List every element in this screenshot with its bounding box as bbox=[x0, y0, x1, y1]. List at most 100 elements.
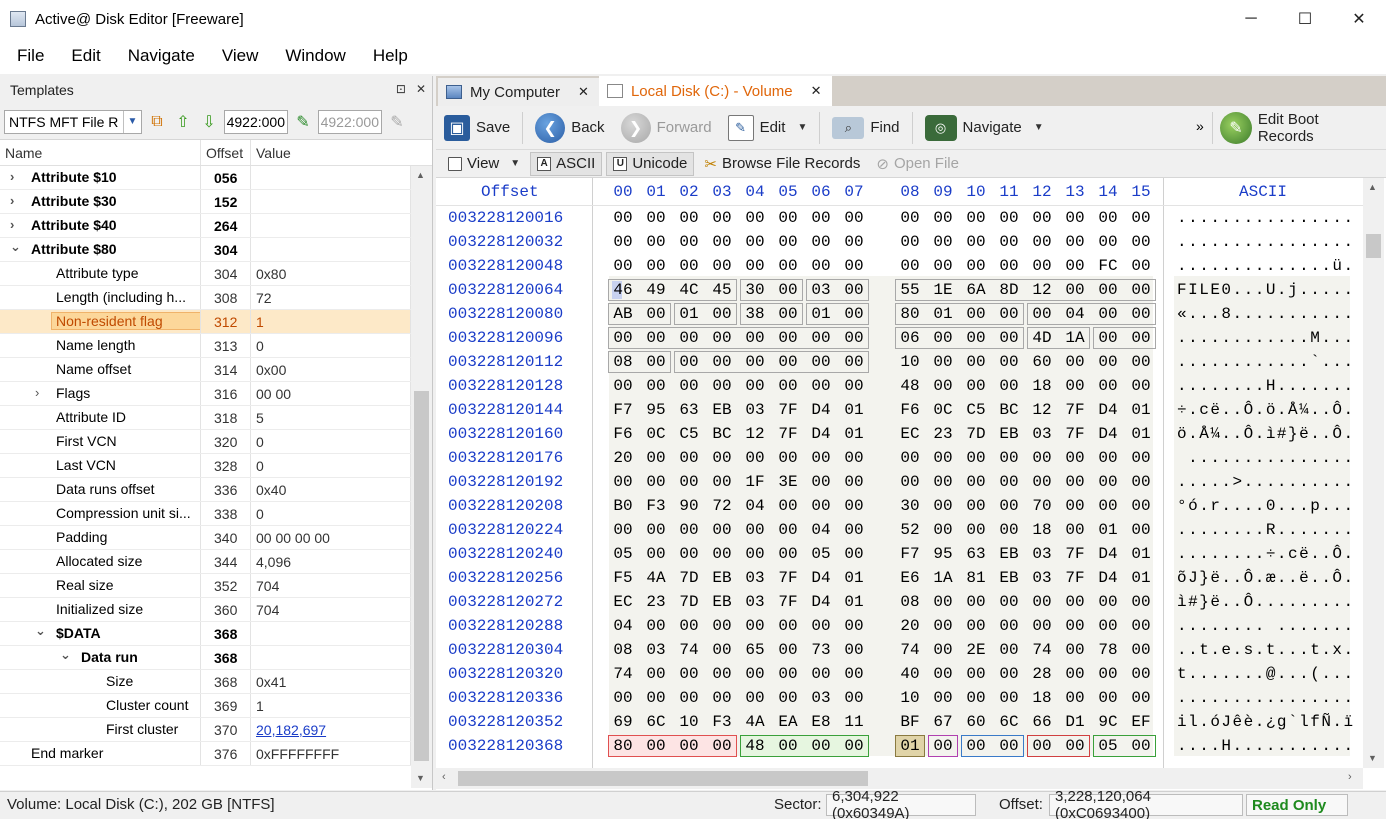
pin-icon[interactable]: ⊡ bbox=[396, 82, 406, 96]
hex-byte[interactable]: 7D bbox=[965, 425, 987, 443]
ascii-char[interactable]: . bbox=[1343, 353, 1355, 371]
hex-byte[interactable]: 00 bbox=[678, 737, 700, 755]
tab-local-disk[interactable]: Local Disk (C:) - Volume ✕ bbox=[598, 76, 832, 106]
ascii-char[interactable]: Ô bbox=[1243, 569, 1255, 587]
ascii-char[interactable]: . bbox=[1298, 353, 1310, 371]
ascii-char[interactable]: e bbox=[1220, 641, 1232, 659]
ascii-char[interactable]: . bbox=[1265, 209, 1277, 227]
menu-file[interactable]: File bbox=[17, 46, 44, 66]
hex-byte[interactable]: 00 bbox=[744, 209, 766, 227]
hex-byte[interactable]: 00 bbox=[1064, 449, 1086, 467]
template-offset-input[interactable]: 4922:000 bbox=[224, 109, 288, 134]
hex-byte[interactable]: 06 bbox=[899, 329, 921, 347]
tree-row[interactable]: › Attribute $40 264 bbox=[0, 214, 411, 238]
hex-byte[interactable]: 12 bbox=[744, 425, 766, 443]
ascii-char[interactable]: . bbox=[1198, 473, 1210, 491]
hex-byte[interactable]: EC bbox=[899, 425, 921, 443]
hex-byte[interactable]: 00 bbox=[998, 737, 1020, 755]
view-button[interactable]: View ▼ bbox=[442, 152, 526, 176]
ascii-char[interactable]: ö bbox=[1176, 425, 1188, 443]
pin-green-icon[interactable]: ✎ bbox=[292, 111, 314, 133]
hex-byte[interactable]: 18 bbox=[1031, 689, 1053, 707]
hex-byte[interactable]: 01 bbox=[843, 425, 865, 443]
ascii-char[interactable]: . bbox=[1243, 305, 1255, 323]
ascii-char[interactable]: . bbox=[1320, 737, 1332, 755]
hex-byte[interactable]: 00 bbox=[843, 377, 865, 395]
ascii-char[interactable]: . bbox=[1254, 353, 1266, 371]
ascii-char[interactable]: g bbox=[1276, 713, 1288, 731]
tree-row[interactable]: › Attribute $30 152 bbox=[0, 190, 411, 214]
hex-byte[interactable]: 00 bbox=[777, 545, 799, 563]
open-file-button[interactable]: ⊘ Open File bbox=[870, 152, 965, 176]
hex-byte[interactable]: C5 bbox=[965, 401, 987, 419]
ascii-char[interactable]: . bbox=[1320, 593, 1332, 611]
ascii-char[interactable]: . bbox=[1187, 329, 1199, 347]
hex-byte[interactable]: 00 bbox=[998, 257, 1020, 275]
hex-byte[interactable]: 00 bbox=[965, 305, 987, 323]
hex-byte[interactable]: 00 bbox=[1130, 641, 1152, 659]
hex-row[interactable]: 003228120080 AB 00 01 00 38 00 01 00 80 01 00 00 00 04… bbox=[436, 302, 1363, 326]
hex-byte[interactable]: 00 bbox=[1130, 473, 1152, 491]
ascii-char[interactable]: . bbox=[1343, 449, 1355, 467]
hex-byte[interactable]: 00 bbox=[645, 449, 667, 467]
ascii-char[interactable]: > bbox=[1232, 473, 1244, 491]
hex-byte[interactable]: 00 bbox=[1130, 257, 1152, 275]
ascii-char[interactable]: . bbox=[1287, 593, 1299, 611]
ascii-char[interactable]: . bbox=[1309, 233, 1321, 251]
ascii-char[interactable]: . bbox=[1309, 449, 1321, 467]
hex-byte[interactable]: 00 bbox=[1031, 305, 1053, 323]
ascii-char[interactable]: ï bbox=[1343, 713, 1355, 731]
hex-byte[interactable]: 00 bbox=[777, 233, 799, 251]
hex-byte[interactable]: 00 bbox=[777, 497, 799, 515]
ascii-char[interactable]: . bbox=[1309, 401, 1321, 419]
hex-byte[interactable]: 00 bbox=[1130, 497, 1152, 515]
ascii-char[interactable]: . bbox=[1198, 353, 1210, 371]
hex-row[interactable]: 003228120064 46 49 4C 45 30 00 03 00 55 1E 6A 8D 12 00… bbox=[436, 278, 1363, 302]
ascii-char[interactable]: . bbox=[1276, 545, 1288, 563]
hex-byte[interactable]: 18 bbox=[1031, 521, 1053, 539]
hex-byte[interactable]: 55 bbox=[899, 281, 921, 299]
hex-byte[interactable]: 63 bbox=[678, 401, 700, 419]
hex-byte[interactable]: 10 bbox=[899, 689, 921, 707]
ascii-char[interactable]: . bbox=[1198, 545, 1210, 563]
hex-byte[interactable]: 23 bbox=[645, 593, 667, 611]
ascii-char[interactable]: . bbox=[1320, 377, 1332, 395]
hex-byte[interactable]: 00 bbox=[1097, 233, 1119, 251]
tree-row[interactable]: ⌄ Data run 368 bbox=[0, 646, 411, 670]
ascii-char[interactable]: . bbox=[1320, 545, 1332, 563]
hex-byte[interactable]: 72 bbox=[711, 497, 733, 515]
ascii-char[interactable]: ë bbox=[1298, 545, 1310, 563]
ascii-char[interactable]: . bbox=[1232, 353, 1244, 371]
hex-byte[interactable]: 4A bbox=[645, 569, 667, 587]
hex-byte[interactable]: 7F bbox=[777, 593, 799, 611]
hex-byte[interactable]: 03 bbox=[744, 569, 766, 587]
ascii-char[interactable]: c bbox=[1287, 545, 1299, 563]
ascii-char[interactable]: . bbox=[1209, 209, 1221, 227]
ascii-char[interactable]: . bbox=[1176, 617, 1188, 635]
hex-byte[interactable]: 00 bbox=[965, 353, 987, 371]
ascii-char[interactable]: . bbox=[1176, 641, 1188, 659]
hex-byte[interactable]: 04 bbox=[744, 497, 766, 515]
hex-byte[interactable]: 05 bbox=[612, 545, 634, 563]
hex-byte[interactable]: 00 bbox=[965, 473, 987, 491]
hex-byte[interactable]: 00 bbox=[1031, 449, 1053, 467]
ascii-char[interactable]: . bbox=[1254, 233, 1266, 251]
hex-byte[interactable]: 00 bbox=[843, 449, 865, 467]
hex-byte[interactable]: 95 bbox=[645, 401, 667, 419]
ascii-char[interactable]: . bbox=[1243, 449, 1255, 467]
ascii-char[interactable]: H bbox=[1220, 737, 1232, 755]
tree-row[interactable]: Data runs offset 336 0x40 bbox=[0, 478, 411, 502]
ascii-char[interactable]: E bbox=[1209, 281, 1221, 299]
ascii-char[interactable]: . bbox=[1343, 593, 1355, 611]
ascii-char[interactable]: . bbox=[1287, 473, 1299, 491]
hex-byte[interactable]: EA bbox=[777, 713, 799, 731]
hex-byte[interactable]: 00 bbox=[612, 377, 634, 395]
ascii-char[interactable]: . bbox=[1254, 281, 1266, 299]
ascii-char[interactable]: . bbox=[1287, 233, 1299, 251]
ascii-char[interactable]: } bbox=[1198, 593, 1210, 611]
hex-byte[interactable]: 66 bbox=[1031, 713, 1053, 731]
ascii-char[interactable]: . bbox=[1309, 737, 1321, 755]
hex-row[interactable]: 003228120112 08 00 00 00 00 00 00 00 10 00 00 00 60 00… bbox=[436, 350, 1363, 374]
scroll-up-icon[interactable]: ▲ bbox=[1368, 182, 1377, 192]
ascii-char[interactable]: . bbox=[1287, 665, 1299, 683]
